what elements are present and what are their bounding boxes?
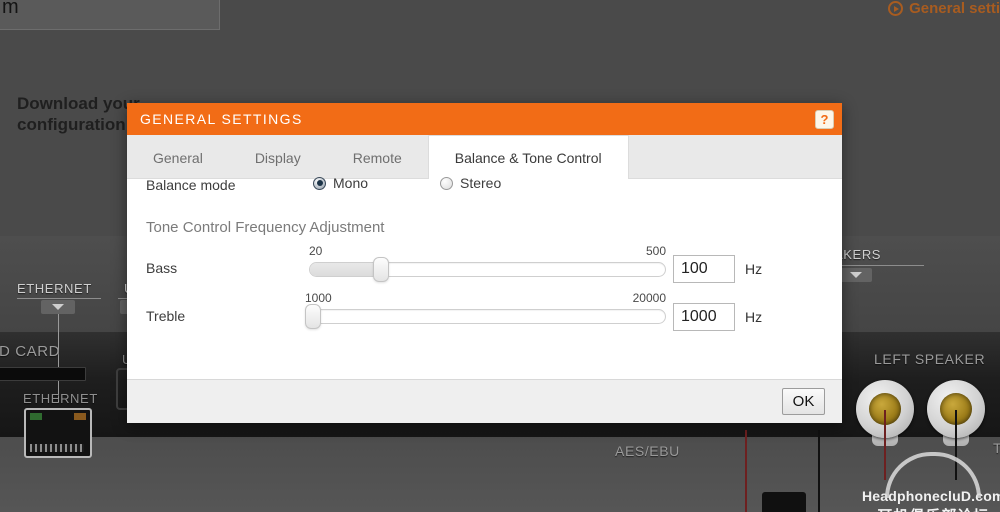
speaker-wire-black-run [818, 430, 820, 512]
label-sd-card: D CARD [0, 343, 61, 360]
bass-slider-min-label: 20 [309, 244, 323, 258]
dialog-title-bar: GENERAL SETTINGS ? [127, 103, 842, 135]
treble-slider-thumb[interactable] [305, 304, 321, 329]
radio-dot-stereo [440, 176, 453, 190]
download-config-line2: configuration [17, 115, 126, 134]
headphone-arc-icon [885, 452, 982, 498]
label-aes-ebu: AES/EBU [615, 443, 680, 459]
tone-control-heading: Tone Control Frequency Adjustment [146, 219, 385, 236]
balance-mode-label: Balance mode [146, 177, 236, 193]
bass-value-input[interactable] [673, 255, 735, 283]
dialog-footer: OK [127, 379, 842, 423]
device-panel-lower [0, 437, 1000, 512]
bass-slider-fill [310, 263, 381, 276]
help-icon[interactable]: ? [815, 109, 834, 129]
watermark-line-2: 耳机俱乐部论坛 [862, 505, 1000, 512]
bass-label: Bass [146, 260, 178, 276]
bass-slider-max-label: 500 [645, 244, 666, 258]
label-ethernet-top: ETHERNET [17, 281, 92, 296]
site-watermark: HeadphonecluD.com 耳机俱乐部论坛 [862, 452, 1000, 512]
tab-general[interactable]: General [127, 138, 229, 178]
background-top-left-box [0, 0, 220, 30]
bass-slider-track[interactable] [309, 262, 666, 277]
bass-slider-thumb[interactable] [373, 257, 389, 282]
treble-label: Treble [146, 308, 186, 324]
radio-dot-mono [313, 176, 326, 190]
divider-ethernet-top [17, 298, 101, 299]
tab-display[interactable]: Display [228, 138, 327, 178]
dialog-body: Balance mode Mono Stereo Tone Control Fr… [127, 175, 842, 379]
radio-label-stereo: Stereo [460, 175, 502, 191]
background-top-left-text: m [2, 0, 19, 18]
tab-balance-tone-control[interactable]: Balance & Tone Control [427, 135, 629, 179]
dialog-tab-bar: General Display Remote Balance & Tone Co… [127, 135, 842, 179]
general-settings-dialog: GENERAL SETTINGS ? General Display Remot… [127, 103, 842, 423]
ethernet-port-pins [30, 444, 84, 452]
bass-slider[interactable]: 20 500 [309, 244, 666, 288]
treble-slider-max-label: 20000 [632, 291, 666, 305]
treble-unit-label: Hz [745, 309, 763, 325]
label-ethernet-mid: ETHERNET [23, 391, 98, 406]
chevron-down-icon-speakers[interactable] [840, 268, 872, 282]
chevron-down-icon-ethernet[interactable] [41, 300, 75, 314]
play-circle-icon [888, 1, 904, 16]
treble-slider[interactable]: 1000 20000 [305, 291, 666, 335]
ok-button[interactable]: OK [782, 388, 825, 415]
general-settings-link[interactable]: General setti [888, 0, 1000, 17]
tab-remote[interactable]: Remote [326, 138, 428, 178]
radio-option-mono[interactable]: Mono [313, 175, 440, 191]
balance-mode-radio-group: Mono Stereo [313, 175, 501, 191]
label-left-speaker: LEFT SPEAKER [874, 351, 986, 367]
bass-unit-label: Hz [745, 261, 763, 277]
radio-option-stereo[interactable]: Stereo [440, 175, 501, 191]
treble-slider-min-label: 1000 [305, 291, 332, 305]
sd-card-slot [0, 367, 86, 381]
treble-value-input[interactable] [673, 303, 735, 331]
download-config-line1: Download your [17, 94, 140, 113]
general-settings-link-label: General setti [909, 0, 1000, 17]
dialog-title: GENERAL SETTINGS [140, 111, 303, 127]
speaker-connector [762, 492, 806, 512]
treble-slider-track[interactable] [305, 309, 666, 324]
radio-label-mono: Mono [333, 175, 369, 191]
speaker-wire-red-run [745, 430, 747, 512]
divider-speakers [834, 265, 924, 266]
